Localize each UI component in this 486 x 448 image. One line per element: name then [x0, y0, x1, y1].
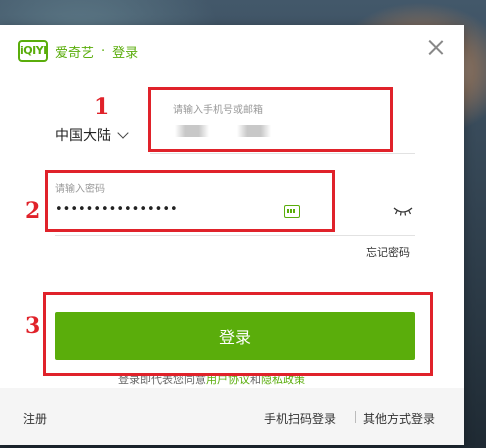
- region-label: 中国大陆: [55, 128, 111, 144]
- eye-closed-icon[interactable]: [393, 206, 413, 216]
- iqiyi-logo: iQIYI: [18, 40, 48, 62]
- forgot-password-link[interactable]: 忘记密码: [366, 244, 410, 260]
- annotation-box-3: [43, 292, 433, 376]
- scan-login-link[interactable]: 手机扫码登录: [264, 410, 336, 427]
- phone-underline: [150, 153, 415, 154]
- password-underline: [55, 235, 415, 236]
- dialog-title: 登录: [112, 45, 139, 61]
- title-separator: ·: [101, 43, 106, 59]
- dialog-footer: 注册 手机扫码登录 其他方式登录: [0, 388, 464, 445]
- brand-name: 爱奇艺: [55, 45, 95, 61]
- chevron-down-icon: [117, 127, 129, 139]
- region-select[interactable]: 中国大陆: [55, 125, 129, 145]
- annotation-number-3: 3: [25, 313, 41, 339]
- annotation-number-2: 2: [25, 198, 41, 224]
- other-login-link[interactable]: 其他方式登录: [363, 410, 435, 427]
- close-icon[interactable]: [428, 39, 444, 55]
- register-link[interactable]: 注册: [23, 410, 47, 427]
- annotation-number-1: 1: [94, 94, 110, 120]
- annotation-box-1: [148, 87, 393, 152]
- dialog-header: iQIYI 爱奇艺 · 登录: [18, 37, 138, 65]
- annotation-box-2: [45, 170, 335, 232]
- footer-divider: [355, 411, 356, 423]
